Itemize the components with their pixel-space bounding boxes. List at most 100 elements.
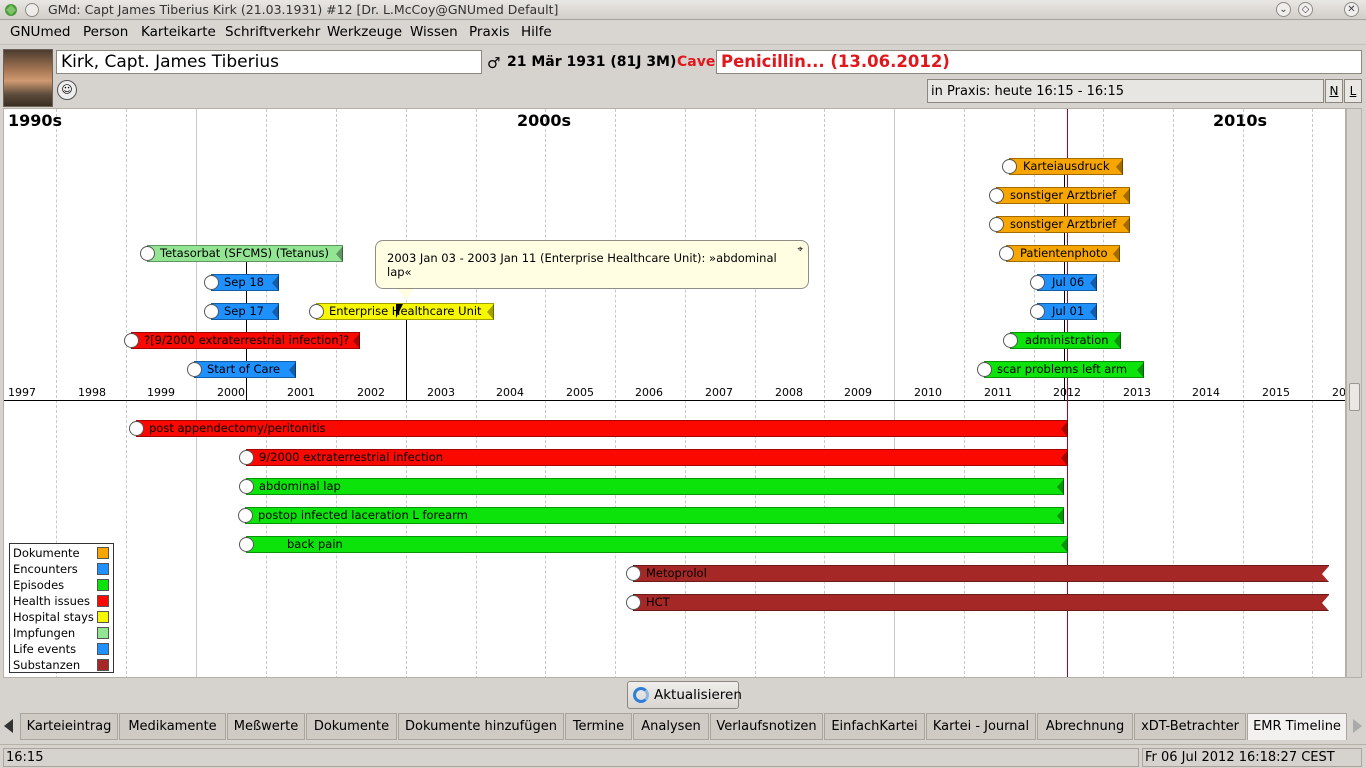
gridline bbox=[685, 109, 686, 677]
refresh-label: Aktualisieren bbox=[654, 687, 742, 703]
year-label: 2009 bbox=[844, 386, 872, 399]
legend-label: Dokumente bbox=[13, 546, 80, 560]
tab-verlaufsnotizen[interactable]: Verlaufsnotizen bbox=[710, 713, 823, 740]
timeline-event[interactable]: Sep 18 bbox=[204, 274, 279, 291]
patient-dob: 21 Mär 1931 (81J 3M) bbox=[507, 54, 677, 70]
legend-swatch bbox=[97, 659, 109, 671]
minimize-button[interactable]: ⌄ bbox=[1276, 2, 1291, 17]
timeline-event[interactable]: Tetasorbat (SFCMS) (Tetanus) bbox=[140, 245, 343, 262]
year-label: 2010 bbox=[914, 386, 942, 399]
gender-icon: ♂ bbox=[487, 54, 501, 72]
refresh-icon bbox=[633, 687, 649, 703]
l-button[interactable]: L bbox=[1344, 79, 1362, 103]
menu-werkzeuge[interactable]: Werkzeuge bbox=[327, 24, 402, 40]
tab-strip: Karteieintrag Medikamente Meßwerte Dokum… bbox=[0, 712, 1366, 740]
timeline-scrollbar[interactable] bbox=[1346, 108, 1362, 678]
year-label: 2013 bbox=[1123, 386, 1151, 399]
gridline bbox=[755, 109, 756, 677]
status-clock: Fr 06 Jul 2012 16:18:27 CEST bbox=[1142, 748, 1362, 767]
legend-swatch bbox=[97, 579, 109, 591]
tooltip-text: 2003 Jan 03 - 2003 Jan 11 (Enterprise He… bbox=[387, 251, 777, 279]
patient-name-field[interactable]: Kirk, Capt. James Tiberius bbox=[56, 50, 482, 74]
gridline bbox=[196, 109, 197, 677]
year-label: 2005 bbox=[566, 386, 594, 399]
year-label: 2001 bbox=[287, 386, 315, 399]
window-title: GMd: Capt James Tiberius Kirk (21.03.193… bbox=[48, 2, 559, 17]
year-label: 1997 bbox=[8, 386, 36, 399]
timeline-event[interactable]: abdominal lap bbox=[239, 478, 1064, 495]
legend-swatch bbox=[97, 627, 109, 639]
tab-karteieintrag[interactable]: Karteieintrag bbox=[20, 713, 118, 740]
tab-scroll-right-icon[interactable] bbox=[1353, 719, 1362, 733]
year-label: 2000 bbox=[217, 386, 245, 399]
year-label: 1998 bbox=[78, 386, 106, 399]
skull-icon[interactable]: ☺ bbox=[57, 80, 77, 100]
gnumed-app-icon bbox=[5, 4, 17, 16]
timeline-event[interactable]: scar problems left arm bbox=[977, 361, 1144, 378]
scrollbar-thumb[interactable] bbox=[1349, 383, 1360, 411]
legend-swatch bbox=[97, 643, 109, 655]
tab-messwerte[interactable]: Meßwerte bbox=[227, 713, 305, 740]
menu-gnumed[interactable]: GNUmed bbox=[10, 24, 70, 40]
gridline bbox=[126, 109, 127, 677]
tab-kartei-journal[interactable]: Kartei - Journal bbox=[926, 713, 1036, 740]
year-label: 2006 bbox=[635, 386, 663, 399]
praxis-status-field[interactable]: in Praxis: heute 16:15 - 16:15 bbox=[927, 79, 1324, 103]
close-button[interactable]: ✕ bbox=[1344, 2, 1359, 17]
tab-emr-timeline[interactable]: EMR Timeline bbox=[1247, 713, 1347, 740]
tab-abrechnung[interactable]: Abrechnung bbox=[1037, 713, 1133, 740]
timeline-event[interactable]: back pain bbox=[239, 536, 1068, 553]
gridline bbox=[266, 109, 267, 677]
tab-scroll-left-icon[interactable] bbox=[4, 719, 13, 733]
year-label: 2014 bbox=[1192, 386, 1220, 399]
timeline-event[interactable]: Jul 01 bbox=[1030, 303, 1097, 320]
maximize-button[interactable]: ◇ bbox=[1298, 2, 1313, 17]
tab-medikamente[interactable]: Medikamente bbox=[119, 713, 226, 740]
menu-karteikarte[interactable]: Karteikarte bbox=[141, 24, 216, 40]
allergy-field[interactable]: Penicillin... (13.06.2012) bbox=[716, 50, 1362, 74]
timeline-event[interactable]: sonstiger Arztbrief bbox=[989, 216, 1130, 233]
timeline-event[interactable]: administration bbox=[1003, 332, 1121, 349]
menu-hilfe[interactable]: Hilfe bbox=[521, 24, 552, 40]
gridline bbox=[336, 109, 337, 677]
timeline-event[interactable]: Metoprolol bbox=[626, 565, 1329, 582]
tab-dokumente[interactable]: Dokumente bbox=[306, 713, 397, 740]
timeline-event[interactable]: Start of Care bbox=[187, 361, 296, 378]
legend-label: Hospital stays bbox=[13, 610, 94, 624]
emr-timeline-canvas[interactable]: 1990s 2000s 2010s 1997 1998 1999 2000 20… bbox=[3, 108, 1346, 678]
timeline-legend: Dokumente Encounters Episodes Health iss… bbox=[9, 543, 114, 673]
menu-praxis[interactable]: Praxis bbox=[469, 24, 510, 40]
window-menu-button[interactable] bbox=[25, 3, 39, 17]
timeline-event[interactable]: 9/2000 extraterrestrial infection bbox=[239, 449, 1068, 466]
menu-person[interactable]: Person bbox=[83, 24, 128, 40]
timeline-event[interactable]: ?[9/2000 extraterrestrial infection]? bbox=[124, 332, 360, 349]
decade-label: 2000s bbox=[517, 111, 572, 130]
tab-termine[interactable]: Termine bbox=[565, 713, 632, 740]
timeline-event[interactable]: post appendectomy/peritonitis bbox=[129, 420, 1068, 437]
timeline-event[interactable]: sonstiger Arztbrief bbox=[989, 187, 1130, 204]
timeline-event[interactable]: Enterprise Healthcare Unit bbox=[309, 303, 494, 320]
tab-analysen[interactable]: Analysen bbox=[633, 713, 709, 740]
timeline-event[interactable]: Sep 17 bbox=[204, 303, 279, 320]
timeline-event[interactable]: HCT bbox=[626, 594, 1329, 611]
patient-photo[interactable] bbox=[3, 49, 53, 107]
year-label: 2008 bbox=[775, 386, 803, 399]
timeline-event[interactable]: Jul 06 bbox=[1030, 274, 1097, 291]
timeline-event[interactable]: postop infected laceration L forearm bbox=[238, 507, 1064, 524]
patient-bar: Kirk, Capt. James Tiberius ♂ 21 Mär 1931… bbox=[0, 44, 1366, 107]
timeline-event[interactable]: Patientenphoto bbox=[999, 245, 1120, 262]
menu-wissen[interactable]: Wissen bbox=[410, 24, 458, 40]
refresh-button[interactable]: Aktualisieren bbox=[627, 681, 742, 709]
menubar: GNUmed Person Karteikarte Schriftverkehr… bbox=[0, 21, 1366, 43]
tab-dokumente-hinzufuegen[interactable]: Dokumente hinzufügen bbox=[398, 713, 564, 740]
pin-icon[interactable]: ⌖ bbox=[797, 244, 803, 255]
tab-einfachkartei[interactable]: EinfachKartei bbox=[824, 713, 925, 740]
menu-schriftverkehr[interactable]: Schriftverkehr bbox=[225, 24, 320, 40]
legend-label: Episodes bbox=[13, 578, 65, 592]
mouse-cursor-icon bbox=[396, 304, 403, 318]
legend-label: Life events bbox=[13, 642, 77, 656]
n-button[interactable]: N bbox=[1325, 79, 1343, 103]
tab-xdt-betrachter[interactable]: xDT-Betrachter bbox=[1134, 713, 1246, 740]
year-label: 2003 bbox=[427, 386, 455, 399]
timeline-event[interactable]: Karteiausdruck bbox=[1002, 158, 1123, 175]
